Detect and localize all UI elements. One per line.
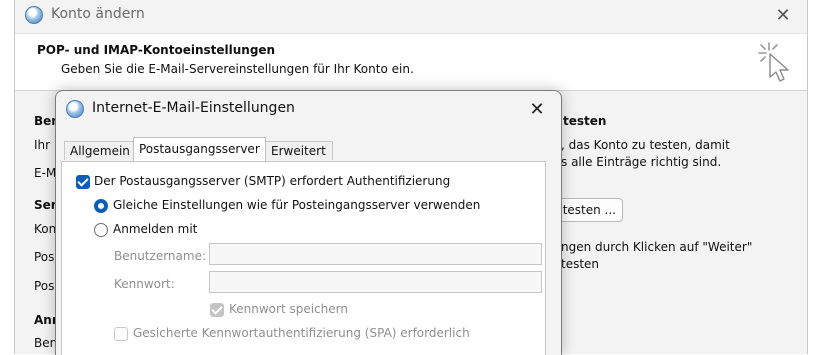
- left-fragment-6: Pos: [34, 250, 55, 264]
- username-label: Benutzername:: [114, 249, 207, 263]
- header-title: POP- und IMAP-Kontoeinstellungen: [37, 43, 276, 57]
- dialog-title: Internet-E-Mail-Einstellungen: [92, 100, 295, 116]
- outgoing-server-panel: Der Postausgangsserver (SMTP) erfordert …: [61, 161, 546, 355]
- spa-label: Gesicherte Kennwortauthentifizierung (SP…: [133, 326, 470, 340]
- same-settings-radio[interactable]: [94, 199, 108, 213]
- remember-password-label: Kennwort speichern: [229, 302, 348, 316]
- test-description-line1: , das Konto zu testen, damit: [561, 138, 730, 152]
- sparkle-cursor-icon: [758, 42, 789, 82]
- remember-password-checkbox[interactable]: [210, 303, 224, 317]
- outlook-globe-icon: [66, 100, 84, 118]
- password-label: Kennwort:: [114, 277, 175, 291]
- outer-window-title: Konto ändern: [51, 6, 145, 22]
- header-subtitle: Geben Sie die E-Mail-Servereinstellungen…: [61, 62, 414, 76]
- left-fragment-4: Ser: [34, 198, 57, 212]
- login-with-radio[interactable]: [94, 223, 108, 237]
- wizard-header: POP- und IMAP-Kontoeinstellungen Geben S…: [15, 33, 807, 91]
- internet-email-settings-dialog: Internet-E-Mail-Einstellungen ✕ Allgemei…: [55, 90, 562, 355]
- login-with-label: Anmelden mit: [113, 222, 198, 236]
- tab-postausgangsserver[interactable]: Postausgangsserver: [133, 137, 266, 161]
- smtp-auth-label: Der Postausgangsserver (SMTP) erfordert …: [94, 174, 451, 188]
- password-field[interactable]: [209, 271, 542, 293]
- left-fragment-9: Ben: [34, 336, 58, 350]
- same-settings-label: Gleiche Einstellungen wie für Posteingan…: [113, 198, 481, 212]
- left-fragment-5: Kon: [34, 222, 57, 236]
- test-note-line1: ngen durch Klicken auf "Weiter": [561, 240, 753, 254]
- username-field[interactable]: [209, 243, 542, 265]
- outer-titlebar: Konto ändern ✕: [15, 0, 807, 32]
- left-fragment-7: Pos: [34, 279, 55, 293]
- dialog-close-button[interactable]: ✕: [525, 98, 549, 122]
- tab-allgemein[interactable]: Allgemein: [64, 141, 134, 160]
- test-section-heading: testen: [563, 114, 607, 128]
- test-description-line2: s alle Einträge richtig sind.: [561, 155, 722, 169]
- smtp-auth-checkbox[interactable]: [76, 175, 90, 189]
- test-note-line2: testen: [561, 257, 600, 271]
- outer-close-button[interactable]: ✕: [771, 4, 795, 28]
- tab-erweitert[interactable]: Erweitert: [265, 141, 333, 160]
- spa-checkbox[interactable]: [114, 327, 128, 341]
- dialog-titlebar: Internet-E-Mail-Einstellungen ✕: [56, 91, 561, 129]
- left-fragment-3: E-M: [34, 166, 57, 180]
- outlook-globe-icon: [25, 6, 43, 24]
